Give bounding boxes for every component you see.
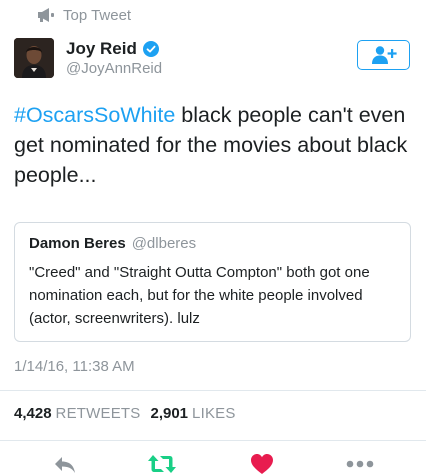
reply-icon — [55, 457, 75, 473]
author-handle[interactable]: @JoyAnnReid — [66, 60, 162, 77]
divider — [0, 390, 426, 391]
more-button[interactable] — [343, 453, 377, 475]
follow-button[interactable] — [357, 40, 410, 70]
divider — [0, 440, 426, 441]
tweet-timestamp[interactable]: 1/14/16, 11:38 AM — [14, 358, 135, 375]
hashtag-link[interactable]: #OscarsSoWhite — [14, 103, 175, 127]
quoted-tweet-header: Damon Beres @dlberes — [29, 235, 196, 252]
quoted-tweet-card[interactable]: Damon Beres @dlberes "Creed" and "Straig… — [14, 222, 411, 342]
quoted-author-name: Damon Beres — [29, 235, 126, 252]
like-icon — [251, 454, 273, 474]
avatar-image — [14, 38, 54, 78]
megaphone-icon — [38, 8, 54, 22]
author-name[interactable]: Joy Reid — [66, 39, 137, 59]
quoted-tweet-text: "Creed" and "Straight Outta Compton" bot… — [29, 264, 370, 327]
tweet-stats: 4,428 RETWEETS 2,901 LIKES — [14, 405, 246, 422]
avatar[interactable] — [14, 38, 54, 78]
top-tweet-label: Top Tweet — [36, 5, 131, 25]
author-name-row: Joy Reid — [66, 38, 159, 60]
verified-badge-icon — [142, 41, 159, 57]
like-count[interactable]: 2,901 — [150, 405, 188, 422]
more-icon — [346, 460, 374, 468]
like-button[interactable] — [247, 453, 277, 475]
like-label[interactable]: LIKES — [192, 405, 236, 422]
retweet-button[interactable] — [145, 453, 179, 475]
retweet-icon — [148, 455, 176, 473]
top-tweet-text: Top Tweet — [63, 6, 132, 24]
add-user-icon — [371, 46, 397, 64]
quoted-author-handle: @dlberes — [131, 235, 197, 252]
retweet-label[interactable]: RETWEETS — [56, 405, 141, 422]
retweet-count[interactable]: 4,428 — [14, 405, 52, 422]
tweet-text: #OscarsSoWhite black people can't even g… — [14, 100, 414, 190]
reply-button[interactable] — [50, 453, 80, 475]
